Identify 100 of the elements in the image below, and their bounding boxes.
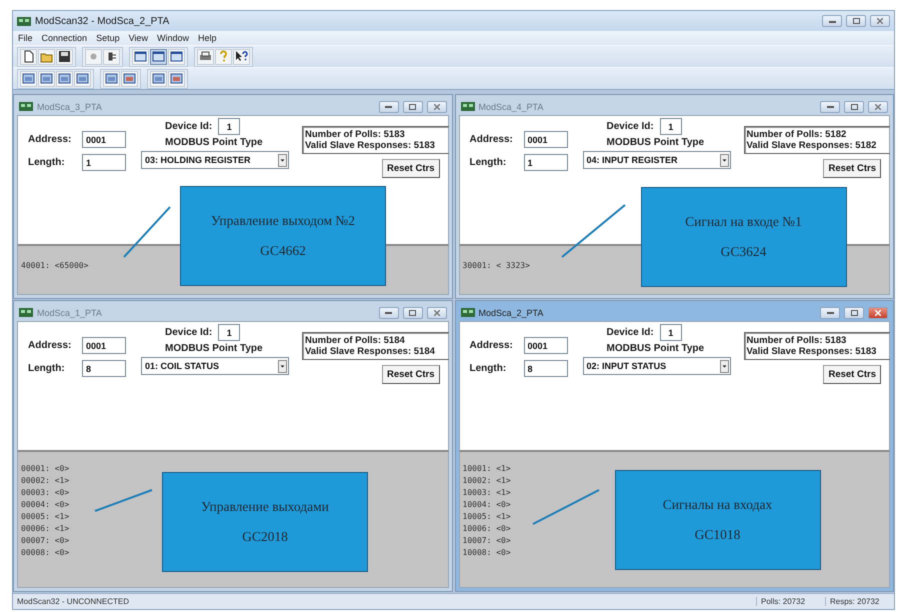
close-button[interactable] xyxy=(426,306,446,318)
polls-count: Number of Polls: 5182 xyxy=(746,129,848,140)
address-label: Address: xyxy=(470,340,514,351)
register-value: 00001: <0> xyxy=(21,463,70,475)
maximize-button[interactable] xyxy=(402,100,422,112)
leader-line xyxy=(124,207,170,257)
toolbar-button[interactable] xyxy=(103,70,120,86)
address-field[interactable]: 0001 xyxy=(524,337,568,354)
device-id-field[interactable]: 1 xyxy=(218,324,240,341)
point-type-label: MODBUS Point Type xyxy=(606,342,704,356)
address-label: Address: xyxy=(470,134,514,145)
toolbar-button[interactable] xyxy=(20,70,37,86)
responses-count: Valid Slave Responses: 5184 xyxy=(305,346,436,357)
toolbar-button[interactable] xyxy=(233,48,250,64)
device-id-label: Device Id: xyxy=(606,121,654,132)
window-title: ModScan32 - ModSca_2_PTA xyxy=(35,16,170,26)
minimize-button[interactable] xyxy=(820,100,840,112)
window-icon xyxy=(76,72,89,85)
window-icon xyxy=(152,50,165,63)
document-title: ModSca_3_PTA xyxy=(37,102,103,112)
window-icon xyxy=(105,72,118,85)
maximize-button[interactable] xyxy=(844,306,864,318)
register-value: 00006: <1> xyxy=(21,523,70,535)
menu-item[interactable]: View xyxy=(128,33,148,43)
toolbar-button[interactable] xyxy=(121,70,138,86)
toolbar-button[interactable] xyxy=(56,48,73,64)
menu-item[interactable]: Connection xyxy=(42,33,88,43)
app-icon xyxy=(19,102,33,111)
minimize-button[interactable] xyxy=(822,15,842,27)
register-value: 00002: <1> xyxy=(21,475,70,487)
menu-item[interactable]: Help xyxy=(198,33,216,43)
toolbar-button[interactable] xyxy=(103,48,120,64)
status-text: ModScan32 - UNCONNECTED xyxy=(17,597,130,606)
menu-item[interactable]: Setup xyxy=(96,33,120,43)
reset-button[interactable]: Reset Ctrs xyxy=(823,159,881,178)
callout-text: Управление выходом №2 xyxy=(210,213,356,229)
window-icon xyxy=(40,72,53,85)
callout-text: Управление выходами xyxy=(201,499,329,515)
toolbar-button[interactable] xyxy=(168,70,185,86)
menu-item[interactable]: File xyxy=(18,33,33,43)
device-id-field[interactable]: 1 xyxy=(660,324,682,341)
close-button[interactable] xyxy=(870,15,890,27)
toolbar-button[interactable] xyxy=(74,70,91,86)
help-icon xyxy=(217,50,230,63)
device-id-field[interactable]: 1 xyxy=(218,118,240,135)
point-type-dropdown[interactable]: 04: INPUT REGISTER xyxy=(582,151,730,169)
close-button[interactable] xyxy=(426,100,446,112)
toolbar-button[interactable] xyxy=(197,48,214,64)
register-value: 10001: <1> xyxy=(462,463,511,475)
window-icon xyxy=(170,50,183,63)
menu-item[interactable]: Window xyxy=(156,33,189,43)
reset-button[interactable]: Reset Ctrs xyxy=(382,365,440,384)
maximize-button[interactable] xyxy=(402,306,422,318)
reset-button[interactable]: Reset Ctrs xyxy=(823,365,881,384)
close-button[interactable] xyxy=(868,100,888,112)
length-field[interactable]: 1 xyxy=(82,154,126,171)
callout-text: GC4662 xyxy=(260,243,306,259)
point-type-dropdown[interactable]: 03: HOLDING REGISTER xyxy=(141,151,289,169)
toolbar-button[interactable] xyxy=(168,48,185,64)
length-field[interactable]: 1 xyxy=(524,154,568,171)
close-icon xyxy=(434,104,440,110)
toolbar-button[interactable] xyxy=(20,48,37,64)
toolbar-button[interactable] xyxy=(150,48,167,64)
close-button[interactable] xyxy=(868,306,888,318)
minimize-button[interactable] xyxy=(378,100,398,112)
point-type-dropdown[interactable]: 01: COIL STATUS xyxy=(141,357,289,375)
printer-icon xyxy=(199,50,212,63)
address-field[interactable]: 0001 xyxy=(82,131,126,148)
toolbar-button[interactable] xyxy=(38,70,55,86)
device-id-field[interactable]: 1 xyxy=(660,118,682,135)
reset-button[interactable]: Reset Ctrs xyxy=(382,159,440,178)
register-value: 10008: <0> xyxy=(462,547,511,559)
length-field[interactable]: 8 xyxy=(82,360,126,377)
toolbar-button[interactable] xyxy=(150,70,167,86)
minimize-icon xyxy=(826,105,834,108)
address-label: Address: xyxy=(28,134,72,145)
window-icon xyxy=(134,50,147,63)
document-title: ModSca_1_PTA xyxy=(37,308,103,318)
polls-count: Number of Polls: 5184 xyxy=(305,335,406,346)
length-label: Length: xyxy=(28,157,66,168)
toolbar-button[interactable] xyxy=(132,48,149,64)
responses-count: Valid Slave Responses: 5183 xyxy=(305,140,436,151)
address-field[interactable]: 0001 xyxy=(524,131,568,148)
point-type-label: MODBUS Point Type xyxy=(606,136,704,150)
register-value: 30001: < 3323> xyxy=(462,260,530,272)
register-value: 00004: <0> xyxy=(21,499,70,511)
document-title: ModSca_2_PTA xyxy=(478,308,544,318)
maximize-button[interactable] xyxy=(846,15,866,27)
floppy-icon xyxy=(58,50,71,63)
maximize-button[interactable] xyxy=(844,100,864,112)
point-type-dropdown[interactable]: 02: INPUT STATUS xyxy=(582,357,730,375)
polls-count: Number of Polls: 5183 xyxy=(746,335,848,346)
minimize-icon xyxy=(385,105,392,108)
minimize-button[interactable] xyxy=(378,306,398,318)
device-id-label: Device Id: xyxy=(165,327,212,338)
minimize-button[interactable] xyxy=(820,306,840,318)
toolbar-button[interactable] xyxy=(56,70,73,86)
length-field[interactable]: 8 xyxy=(524,360,568,377)
window-icon xyxy=(58,72,71,85)
address-field[interactable]: 0001 xyxy=(82,337,126,354)
